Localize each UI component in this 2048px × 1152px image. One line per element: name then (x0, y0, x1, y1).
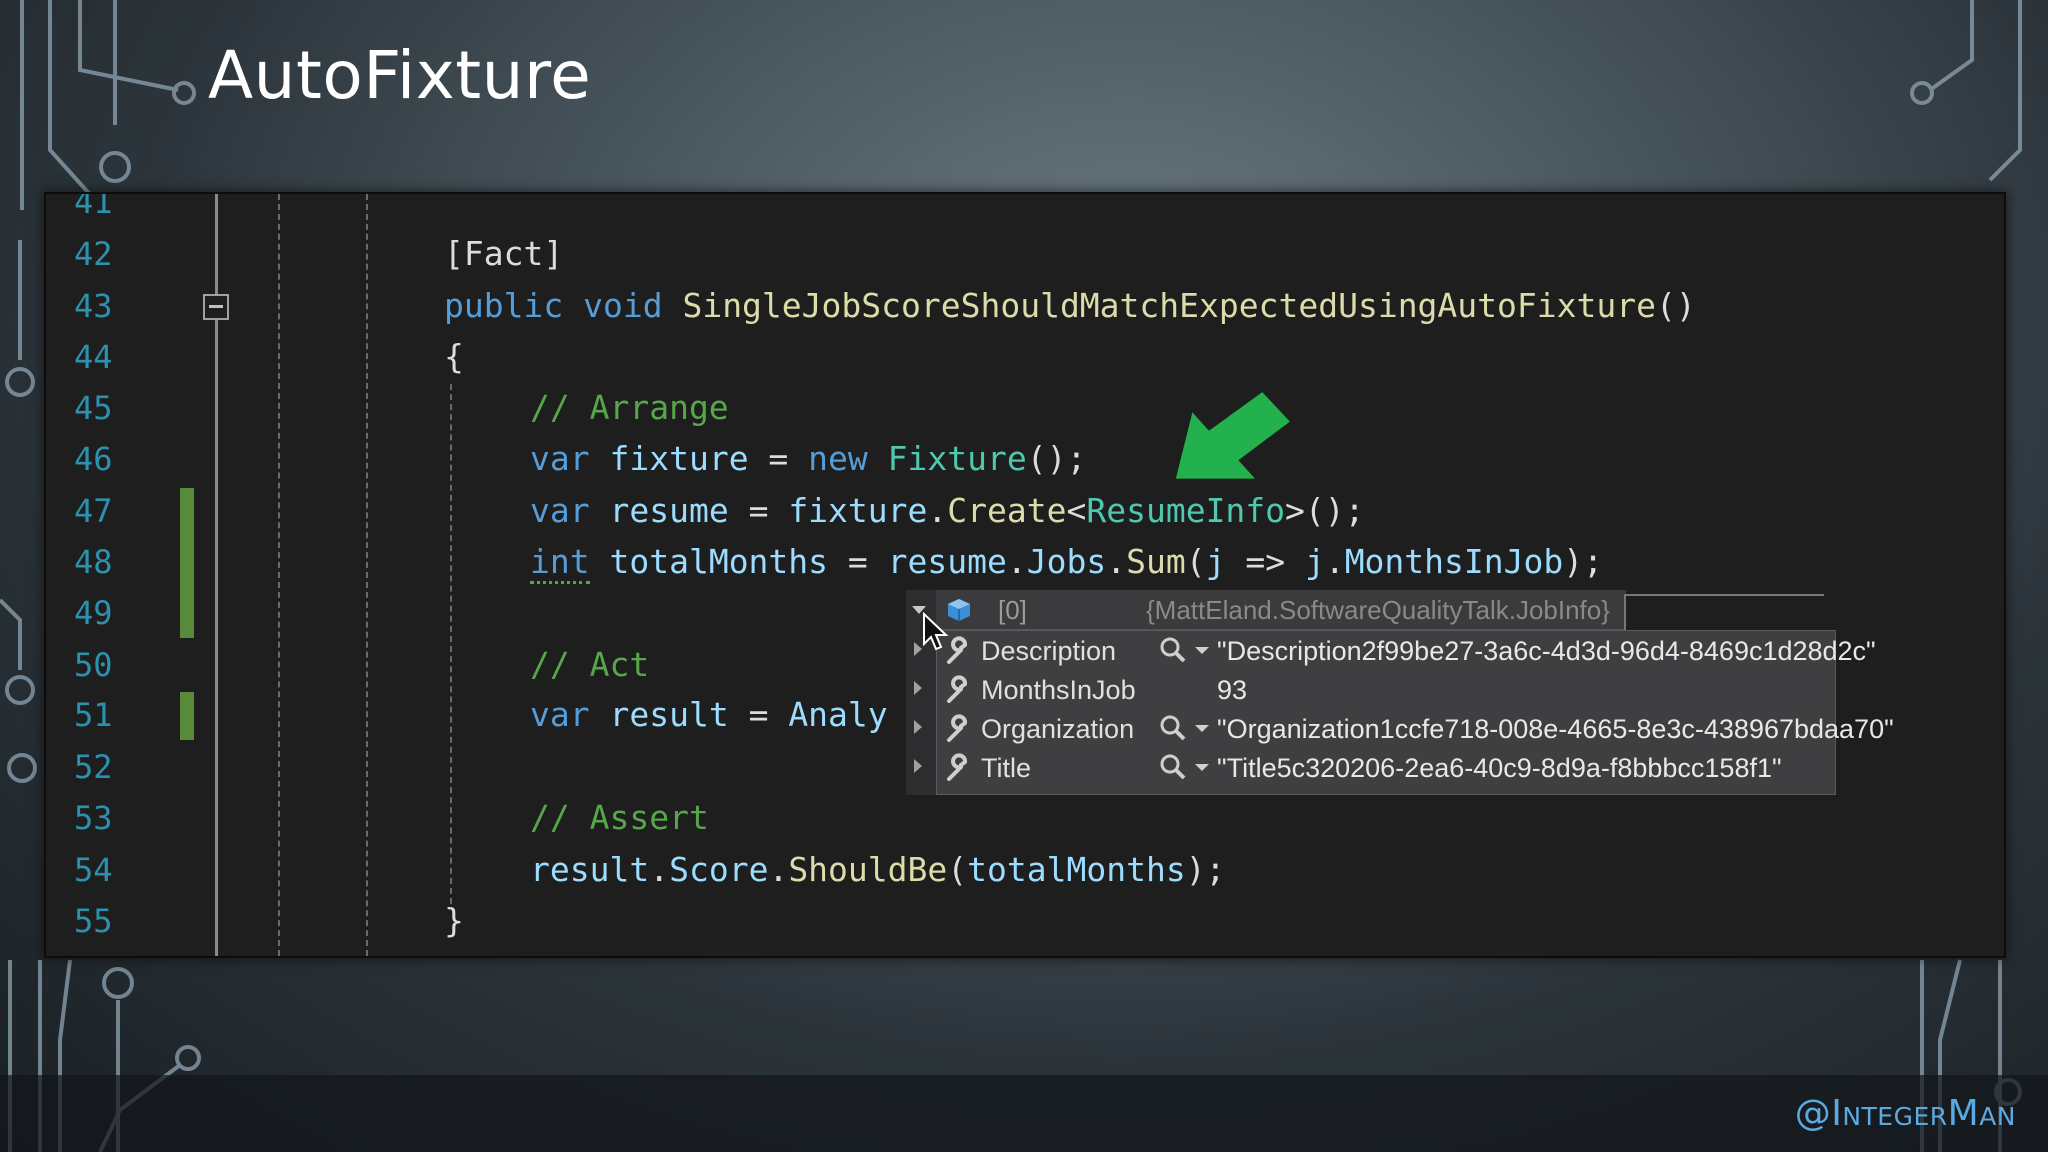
code-line-43: public void SingleJobScoreShouldMatchExp… (444, 286, 1696, 325)
property-value[interactable]: "Organization1ccfe718-008e-4665-8e3c-438… (1217, 712, 1894, 746)
code-line-47: var resume = fixture.Create<ResumeInfo>(… (530, 491, 1365, 530)
property-value[interactable]: "Title5c320206-2ea6-40c9-8d9a-f8bbbcc158… (1217, 751, 1782, 785)
property-value[interactable]: 93 (1217, 673, 1247, 707)
property-value[interactable]: "Description2f99be27-3a6c-4d3d-96d4-8469… (1217, 634, 1876, 668)
wrench-icon (947, 675, 968, 703)
expand-arrow-icon[interactable] (914, 720, 922, 734)
code-line-55: } (444, 901, 464, 940)
debugger-datatip[interactable]: [0] {MattEland.SoftwareQualityTalk.JobIn… (906, 590, 1894, 795)
slide-title: AutoFixture (208, 37, 592, 114)
property-row[interactable]: Organization "Organization1ccfe718-008e-… (937, 709, 1894, 748)
datatip-properties: Description "Description2f99be27-3a6c-4d… (936, 630, 1894, 795)
code-line-53: // Assert (530, 798, 709, 837)
code-line-54: result.Score.ShouldBe(totalMonths); (530, 850, 1226, 889)
code-line-46: var fixture = new Fixture(); (530, 439, 1087, 478)
visualizer-dropdown-icon[interactable] (1195, 647, 1209, 654)
expand-arrow-icon[interactable] (914, 759, 922, 773)
property-name: Organization (981, 714, 1135, 744)
property-name: Title (981, 753, 1032, 783)
property-row[interactable]: MonthsInJob 93 (937, 670, 1837, 709)
wrench-icon (947, 714, 968, 742)
wrench-icon (947, 753, 968, 781)
property-row[interactable]: Title "Title5c320206-2ea6-40c9-8d9a-f8bb… (937, 748, 1837, 787)
datatip-header[interactable]: [0] {MattEland.SoftwareQualityTalk.JobIn… (936, 590, 1626, 630)
code-line-50: // Act (530, 645, 650, 684)
code-line-51: var result = Analy (530, 695, 888, 734)
property-name: Description (981, 636, 1117, 666)
code-line-44: { (444, 337, 464, 376)
magnifier-icon[interactable] (1159, 714, 1187, 742)
line-number: 54 (74, 851, 113, 889)
item-type-name: {MattEland.SoftwareQualityTalk.JobInfo} (1146, 595, 1610, 625)
property-name: MonthsInJob (981, 675, 1136, 705)
twitter-handle: @IntegerMan (1794, 1093, 2016, 1134)
magnifier-icon[interactable] (1159, 753, 1187, 781)
code-line-48: int totalMonths = resume.Jobs.Sum(j => j… (530, 542, 1603, 584)
code-line-42: [Fact] (444, 234, 564, 273)
line-number: 55 (74, 902, 113, 940)
header-edge (1624, 594, 1824, 630)
expand-arrow-icon[interactable] (914, 642, 922, 656)
expand-arrow-icon[interactable] (914, 681, 922, 695)
item-index: [0] (998, 595, 1027, 625)
visualizer-dropdown-icon[interactable] (1195, 725, 1209, 732)
property-row[interactable]: Description "Description2f99be27-3a6c-4d… (937, 631, 1876, 670)
mouse-cursor-icon (923, 612, 949, 651)
callout-arrow-icon (1175, 392, 1290, 479)
footer-band (0, 1075, 2048, 1152)
code-line-45: // Arrange (530, 388, 729, 427)
code-editor[interactable]: 41 42 43 44 45 46 47 48 49 50 51 52 53 5… (44, 192, 2006, 958)
visualizer-dropdown-icon[interactable] (1195, 764, 1209, 771)
line-number: 53 (74, 799, 113, 837)
magnifier-icon[interactable] (1159, 636, 1187, 664)
